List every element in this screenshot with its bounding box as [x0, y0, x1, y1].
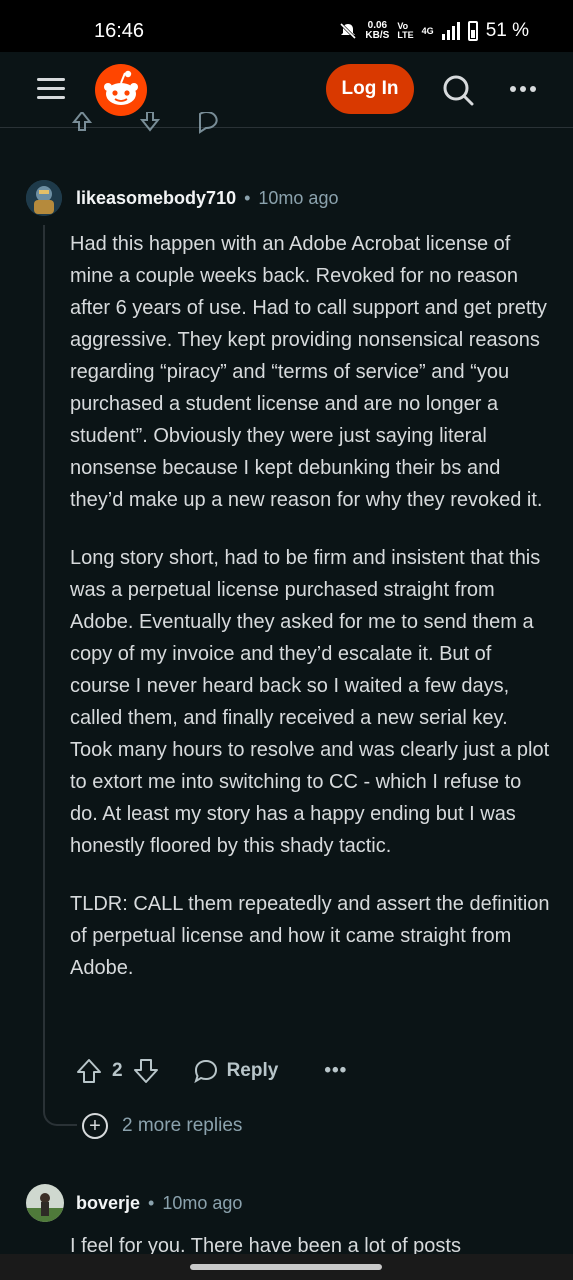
comment-timestamp: 10mo ago: [162, 1192, 243, 1213]
comment-timestamp: 10mo ago: [258, 187, 339, 208]
user-avatar-icon: [26, 180, 62, 216]
comment-actions: 2 Reply •••: [76, 1058, 347, 1084]
separator-dot: •: [148, 1192, 155, 1213]
battery-level: 51 %: [485, 20, 529, 41]
downvote-icon[interactable]: [133, 1058, 159, 1084]
network-type: 4G: [421, 25, 434, 36]
reply-button[interactable]: Reply: [193, 1058, 279, 1084]
mute-icon: [340, 22, 357, 40]
comment-paragraph: Had this happen with an Adobe Acrobat li…: [70, 233, 547, 511]
volte-bottom: LTE: [397, 30, 414, 40]
speed-unit: KB/S: [365, 30, 390, 41]
snoo-icon: [104, 70, 138, 105]
system-nav-bar: [0, 1254, 573, 1280]
comment-username[interactable]: likeasomebody710: [76, 188, 236, 209]
battery-icon: [467, 21, 478, 41]
reply-icon: [193, 1059, 217, 1084]
thread-connector: [43, 1090, 77, 1126]
status-icons: 0.06 KB/S Vo LTE 4G 51 %: [339, 20, 529, 42]
separator-dot: •: [244, 187, 251, 208]
avatar[interactable]: [26, 180, 62, 216]
volte-indicator: Vo LTE: [397, 22, 413, 40]
comment-body: Had this happen with an Adobe Acrobat li…: [70, 228, 550, 1010]
login-button[interactable]: Log In: [326, 64, 414, 114]
comment-header: boverje • 10mo ago: [26, 1184, 242, 1222]
comment-username[interactable]: boverje: [76, 1193, 140, 1214]
comment-more-button[interactable]: •••: [324, 1060, 347, 1082]
reddit-logo[interactable]: [95, 64, 147, 116]
user-avatar-icon: [26, 1184, 64, 1222]
more-icon[interactable]: [508, 82, 538, 96]
more-replies-button[interactable]: + 2 more replies: [82, 1113, 242, 1139]
comment-paragraph: TLDR: CALL them repeatedly and assert th…: [70, 893, 550, 979]
home-gesture-pill[interactable]: [190, 1264, 382, 1270]
previous-actions-peek: [71, 112, 218, 134]
status-bar: 16:46 0.06 KB/S Vo LTE 4G 51 %: [0, 0, 573, 52]
vote-score: 2: [112, 1060, 123, 1081]
network-speed: 0.06 KB/S: [365, 21, 389, 41]
reply-label: Reply: [226, 1060, 279, 1081]
status-time: 16:46: [94, 20, 145, 42]
upvote-icon[interactable]: [76, 1058, 102, 1084]
menu-icon[interactable]: [37, 78, 65, 100]
comment-paragraph: Long story short, had to be firm and ins…: [70, 547, 550, 857]
plus-icon: +: [82, 1113, 108, 1139]
signal-icon: [441, 22, 460, 40]
more-replies-label: 2 more replies: [122, 1115, 243, 1136]
avatar[interactable]: [26, 1184, 64, 1222]
comment-header: likeasomebody710 • 10mo ago: [26, 180, 338, 216]
search-icon[interactable]: [442, 74, 474, 106]
thread-line: [43, 225, 45, 1105]
